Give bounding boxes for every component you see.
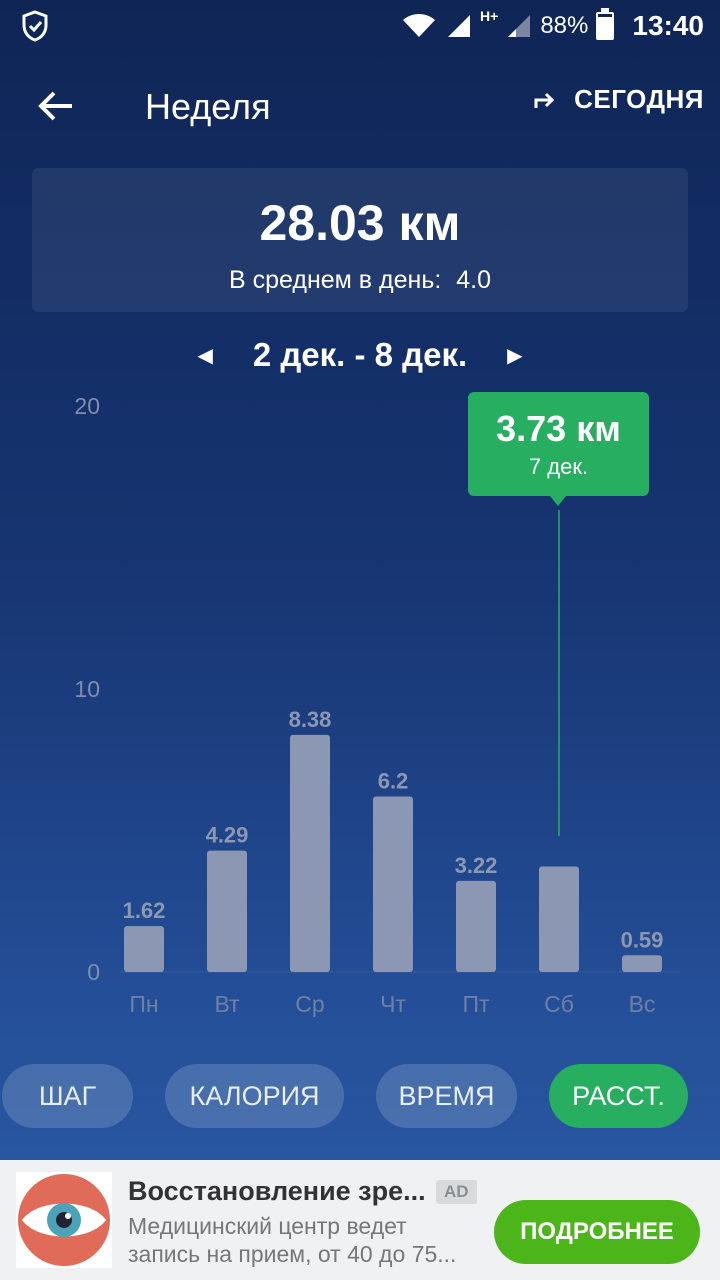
battery-icon [596, 8, 615, 40]
back-button[interactable] [28, 78, 84, 134]
bar-value-label: 6.2 [378, 769, 409, 794]
bar-Вт [207, 850, 247, 972]
bar-value-label: 4.29 [206, 823, 249, 848]
bar-Пн [124, 926, 164, 972]
network-type-label: H+ [480, 8, 499, 24]
y-tick-label: 0 [87, 959, 100, 985]
bar-Сб [539, 866, 579, 972]
ad-banner[interactable]: Восстановление зре... AD Медицинский цен… [0, 1160, 720, 1280]
tooltip-date: 7 дек. [528, 454, 589, 479]
bar-Чт [373, 796, 413, 972]
tab-steps[interactable]: ШАГ [2, 1064, 133, 1128]
bar-Вс [622, 955, 662, 972]
next-week-icon[interactable]: ▶ [507, 343, 522, 368]
bar-value-label: 3.22 [455, 853, 498, 878]
selected-day-tooltip: 3.73 км 7 дек. [468, 392, 649, 506]
today-button[interactable]: СЕГОДНЯ [532, 84, 704, 115]
signal-2-icon [508, 15, 531, 37]
tooltip-value: 3.73 км [496, 408, 621, 449]
daily-average-value: 4.0 [456, 266, 492, 294]
tab-calories[interactable]: КАЛОРИЯ [165, 1064, 344, 1128]
previous-week-icon[interactable]: ◀ [197, 343, 212, 368]
daily-average-label: В среднем в день: [228, 266, 442, 294]
toolbar: Неделя СЕГОДНЯ [0, 60, 720, 152]
signal-icon [448, 15, 471, 37]
today-label: СЕГОДНЯ [574, 84, 704, 114]
date-range-label: 2 дек. - 8 дек. [252, 336, 468, 373]
x-tick-label: Пн [129, 991, 158, 1017]
summary-card: 28.03 км В среднем в день: 4.0 [32, 168, 688, 312]
x-tick-label: Ср [295, 991, 324, 1017]
x-tick-label: Пт [462, 991, 490, 1017]
tab-distance[interactable]: РАССТ. [549, 1064, 688, 1128]
ad-title: Восстановление зре... [128, 1176, 426, 1206]
x-tick-label: Чт [380, 991, 406, 1017]
x-tick-label: Вс [629, 991, 656, 1017]
tab-time[interactable]: ВРЕМЯ [376, 1064, 517, 1128]
bar-value-label: 8.38 [289, 707, 332, 732]
x-tick-label: Вт [214, 991, 240, 1017]
wifi-icon [403, 14, 436, 37]
eye-icon [16, 1172, 112, 1268]
bar-Ср [290, 734, 330, 972]
y-tick-label: 20 [74, 393, 100, 419]
daily-average: В среднем в день: 4.0 [32, 266, 688, 295]
ad-more-button[interactable]: ПОДРОБНЕЕ [494, 1200, 700, 1264]
arrow-back-icon [38, 91, 72, 121]
x-tick-label: Сб [544, 991, 574, 1017]
clock: 13:40 [632, 10, 704, 41]
redo-arrow-icon [534, 92, 555, 108]
page-title: Неделя [145, 86, 271, 127]
status-bar: H+ 88% 13:40 [0, 0, 720, 52]
y-tick-label: 10 [74, 676, 100, 702]
metric-tabs: ШАГ КАЛОРИЯ ВРЕМЯ РАССТ. [0, 1064, 720, 1130]
total-distance: 28.03 км [259, 195, 461, 251]
ad-description: Медицинский центр ведет запись на прием,… [128, 1213, 457, 1267]
date-range-nav: ◀ 2 дек. - 8 дек. ▶ [0, 330, 720, 380]
bar-value-label: 1.62 [123, 898, 166, 923]
battery-percent: 88% [540, 12, 589, 39]
bar-Пт [456, 880, 496, 972]
shield-icon [22, 10, 48, 42]
bar-value-label: 0.59 [621, 927, 664, 952]
ad-badge: AD [436, 1180, 477, 1204]
